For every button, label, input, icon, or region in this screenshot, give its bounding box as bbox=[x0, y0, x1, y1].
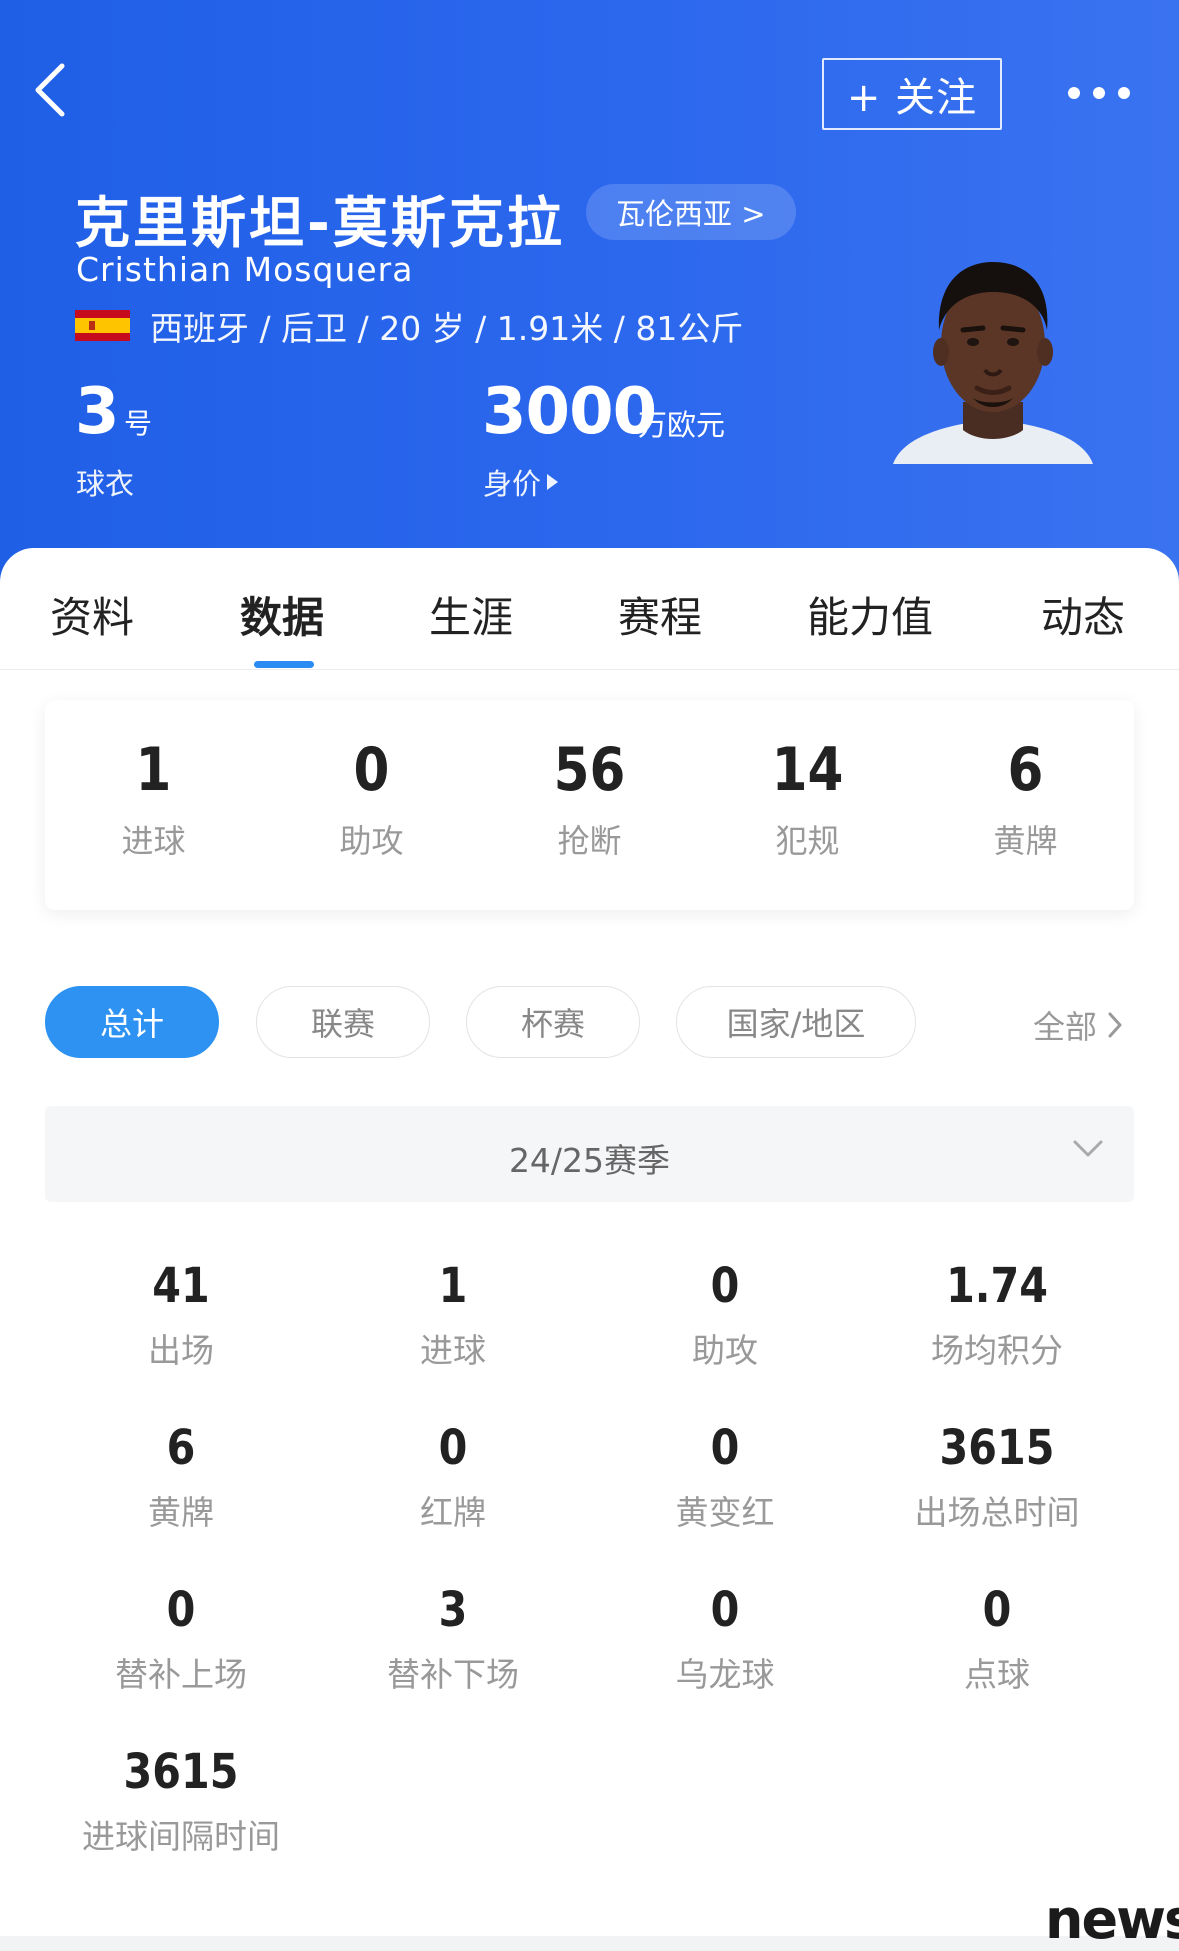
follow-button[interactable]: + 关注 bbox=[822, 58, 1002, 130]
tab-profile[interactable]: 资料 bbox=[50, 584, 134, 645]
chevron-right-icon bbox=[1108, 1012, 1122, 1038]
competition-filters: 总计 联赛 杯赛 国家/地区 全部 bbox=[0, 986, 1179, 1060]
stat-value: 0 bbox=[710, 1420, 740, 1476]
summary-label: 抢断 bbox=[557, 822, 622, 860]
stat-value: 41 bbox=[152, 1258, 210, 1314]
summary-label: 进球 bbox=[121, 822, 186, 860]
stat-value: 1.74 bbox=[946, 1258, 1048, 1314]
filter-total[interactable]: 总计 bbox=[45, 986, 219, 1058]
stat-value: 3615 bbox=[939, 1420, 1055, 1476]
player-header: + 关注 克里斯坦-莫斯克拉 瓦伦西亚 > Cristhian Mosquera… bbox=[0, 0, 1179, 600]
news-watermark: news bbox=[1045, 1888, 1179, 1951]
tab-ratings[interactable]: 能力值 bbox=[807, 584, 933, 645]
stat-label: 进球间隔时间 bbox=[82, 1817, 280, 1856]
stat-value: 0 bbox=[710, 1582, 740, 1638]
stat-value: 0 bbox=[166, 1582, 196, 1638]
player-name-en: Cristhian Mosquera bbox=[76, 250, 414, 289]
club-link[interactable]: 瓦伦西亚 > bbox=[586, 184, 796, 240]
stat-label: 进球 bbox=[420, 1331, 486, 1370]
filter-cup[interactable]: 杯赛 bbox=[466, 986, 640, 1058]
tab-schedule[interactable]: 赛程 bbox=[618, 584, 702, 645]
filter-league[interactable]: 联赛 bbox=[256, 986, 430, 1058]
stat-label: 助攻 bbox=[692, 1331, 758, 1370]
stat-label: 红牌 bbox=[420, 1493, 486, 1532]
stat-value: 6 bbox=[166, 1420, 196, 1476]
summary-label: 犯规 bbox=[775, 822, 840, 860]
player-avatar bbox=[893, 262, 1093, 464]
tab-news[interactable]: 动态 bbox=[1041, 584, 1125, 645]
filter-national[interactable]: 国家/地区 bbox=[676, 986, 916, 1058]
stat-label: 乌龙球 bbox=[675, 1655, 775, 1694]
stat-value: 3 bbox=[438, 1582, 468, 1638]
player-name-cn: 克里斯坦-莫斯克拉 bbox=[75, 191, 565, 255]
summary-value: 56 bbox=[553, 735, 626, 805]
filter-all-link[interactable]: 全部 bbox=[1033, 1002, 1123, 1048]
stats-sheet: 资料 数据 生涯 赛程 能力值 动态 1 进球 0 助攻 56 抢断 14 犯规… bbox=[0, 548, 1179, 1951]
filter-all-label: 全部 bbox=[1033, 1008, 1098, 1046]
tab-bar: 资料 数据 生涯 赛程 能力值 动态 bbox=[0, 548, 1179, 670]
active-tab-indicator bbox=[254, 661, 314, 668]
bottom-divider bbox=[0, 1936, 1179, 1951]
stat-label: 替补下场 bbox=[387, 1655, 519, 1694]
stat-label: 出场总时间 bbox=[914, 1493, 1080, 1532]
summary-label: 黄牌 bbox=[993, 822, 1058, 860]
summary-value: 14 bbox=[771, 735, 844, 805]
shirt-number: 3 bbox=[75, 375, 120, 449]
back-arrow-icon bbox=[35, 63, 65, 117]
tab-career[interactable]: 生涯 bbox=[429, 584, 513, 645]
stat-value: 0 bbox=[982, 1582, 1012, 1638]
market-value: 3000 bbox=[482, 375, 657, 449]
summary-value: 6 bbox=[1007, 735, 1044, 805]
summary-card: 1 进球 0 助攻 56 抢断 14 犯规 6 黄牌 bbox=[45, 700, 1134, 910]
market-value-link[interactable]: 身价 bbox=[483, 461, 559, 503]
summary-value: 1 bbox=[135, 735, 172, 805]
market-value-unit: 万欧元 bbox=[638, 408, 726, 442]
back-button[interactable] bbox=[30, 60, 90, 130]
stat-label: 点球 bbox=[964, 1655, 1030, 1694]
market-value-label: 身价 bbox=[483, 467, 542, 501]
spain-flag-icon bbox=[75, 310, 130, 341]
more-options-icon[interactable] bbox=[1068, 76, 1158, 110]
player-bio: 西班牙 / 后卫 / 20 岁 / 1.91米 / 81公斤 bbox=[150, 309, 744, 348]
stat-value: 3615 bbox=[123, 1744, 239, 1800]
stat-value: 1 bbox=[438, 1258, 468, 1314]
stat-value: 0 bbox=[710, 1258, 740, 1314]
stat-label: 替补上场 bbox=[115, 1655, 247, 1694]
stat-label: 黄牌 bbox=[148, 1493, 214, 1532]
season-selector[interactable]: 24/25赛季 bbox=[45, 1106, 1134, 1202]
play-triangle-icon bbox=[547, 474, 559, 490]
chevron-down-icon bbox=[1073, 1140, 1103, 1157]
season-label: 24/25赛季 bbox=[508, 1141, 671, 1180]
summary-value: 0 bbox=[353, 735, 390, 805]
shirt-number-unit: 号 bbox=[124, 407, 153, 440]
summary-label: 助攻 bbox=[339, 822, 404, 860]
stat-label: 黄变红 bbox=[675, 1493, 775, 1532]
tab-data[interactable]: 数据 bbox=[240, 584, 324, 645]
shirt-label: 球衣 bbox=[76, 467, 135, 501]
stat-value: 0 bbox=[438, 1420, 468, 1476]
stat-label: 出场 bbox=[148, 1331, 214, 1370]
stat-label: 场均积分 bbox=[931, 1331, 1063, 1370]
